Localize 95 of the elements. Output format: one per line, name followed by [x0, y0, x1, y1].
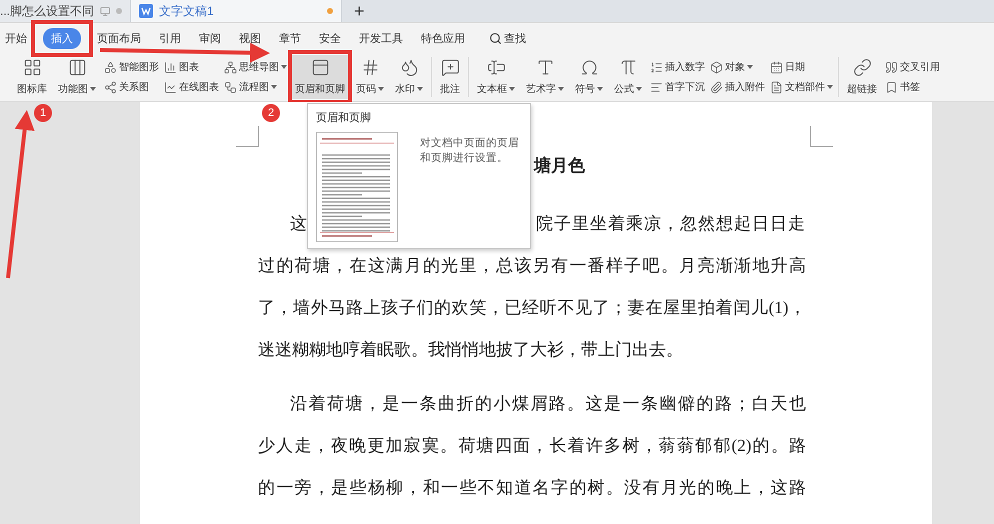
ribbon-icon: [104, 60, 117, 74]
ribbon-icon: [885, 80, 898, 94]
body-text: 了，墙外马路上孩子们的欢笑，已经听不见了；妻在屋里拍着闰儿(1)，: [258, 297, 806, 319]
ribbon-button[interactable]: 符号: [572, 55, 606, 99]
menu-tab[interactable]: 章节: [271, 28, 309, 48]
ribbon-button[interactable]: 首字下沉: [650, 80, 705, 94]
ribbon-button[interactable]: 插入数字: [650, 60, 705, 74]
ribbon-icon: [22, 58, 42, 77]
body-text: 迷迷糊糊地哼着眠歌。我悄悄地披了大衫，带上门出去。: [258, 339, 684, 361]
body-text: 这: [289, 213, 307, 235]
caret-icon: [90, 87, 96, 91]
ribbon-button[interactable]: 超链接: [844, 55, 880, 99]
caret-icon: [558, 87, 564, 91]
ribbon-icon: [618, 58, 638, 77]
ribbon-icon: [440, 58, 460, 77]
ribbon-button[interactable]: 艺术字: [523, 55, 567, 99]
ribbon-button[interactable]: 批注: [437, 55, 463, 99]
menu-tab[interactable]: 引用: [151, 28, 189, 48]
ribbon-icon: [770, 80, 783, 94]
tooltip-title: 页眉和页脚: [316, 111, 372, 126]
caret-icon: [747, 65, 753, 69]
menu-tab[interactable]: 开发工具: [351, 28, 411, 48]
body-text: 的一旁，是些杨柳，和一些不知道名字的树。没有月光的晚上，这路: [258, 477, 806, 499]
ribbon-button[interactable]: 页码: [353, 55, 387, 99]
caret-icon: [281, 65, 287, 69]
ribbon-button[interactable]: 文本框: [474, 55, 518, 99]
document-tab[interactable]: ...脚怎么设置不同: [0, 0, 131, 22]
page-corner-mark: [236, 126, 259, 147]
ribbon-button[interactable]: 关系图: [104, 80, 159, 94]
search-icon: [489, 32, 502, 44]
ribbon-button[interactable]: 日期: [770, 60, 833, 74]
highlight-frame: [31, 20, 93, 56]
caret-icon: [417, 87, 423, 91]
ribbon-button[interactable]: 图表: [164, 60, 219, 74]
ribbon-icon: [68, 58, 86, 77]
menu-tab[interactable]: 视图: [231, 28, 269, 48]
ribbon-button[interactable]: 页眉和页脚: [292, 55, 348, 99]
ribbon-icon: [885, 60, 898, 74]
ribbon-icon: [104, 80, 117, 94]
ribbon-icon: [224, 80, 237, 94]
menu-tab[interactable]: 页面布局: [89, 28, 149, 48]
menu-tab[interactable]: 插入: [43, 28, 81, 48]
ribbon-icon: [400, 58, 418, 77]
ribbon-button[interactable]: 插入附件: [710, 80, 765, 94]
ribbon-icon: [710, 80, 723, 94]
document-tab[interactable]: 文字文稿1: [131, 0, 342, 22]
ribbon-icon: [164, 60, 177, 74]
ribbon-button[interactable]: 交叉引用: [885, 60, 940, 74]
caret-icon: [827, 85, 833, 89]
step-badge: 1: [34, 104, 52, 122]
ribbon-button[interactable]: 对象: [710, 60, 765, 74]
ribbon-button[interactable]: 水印: [392, 55, 426, 99]
body-text: 沿着荷塘，是一条曲折的小煤屑路。这是一条幽僻的路；白天也: [289, 393, 806, 415]
caret-icon: [271, 85, 277, 89]
menu-tab[interactable]: 审阅: [191, 28, 229, 48]
document-icon: [139, 4, 153, 18]
body-text: 过的荷塘，在这满月的光里，总该另有一番样子吧。月亮渐渐地升高: [258, 255, 806, 277]
status-dot: [327, 8, 333, 14]
status-dot: [116, 8, 122, 14]
ribbon-icon: [224, 60, 237, 74]
ribbon-button[interactable]: 流程图: [224, 80, 287, 94]
ribbon-button[interactable]: 思维导图: [224, 60, 287, 74]
ribbon-button[interactable]: 功能图: [55, 55, 99, 99]
ribbon-button[interactable]: 文档部件: [770, 80, 833, 94]
ribbon-icon: [486, 58, 506, 77]
ribbon-icon: [536, 58, 554, 77]
ribbon-icon: [710, 60, 723, 74]
monitor-icon: [100, 6, 110, 16]
caret-icon: [509, 87, 515, 91]
ribbon-button[interactable]: 智能图形: [104, 60, 159, 74]
ribbon-button[interactable]: 在线图表: [164, 80, 219, 94]
caret-icon: [597, 87, 603, 91]
tooltip-description: 对文档中页面的页眉和页脚进行设置。: [419, 136, 520, 166]
ribbon-icon: [360, 58, 380, 77]
ribbon-icon: [770, 60, 783, 74]
caret-icon: [378, 87, 384, 91]
ribbon-icon: [580, 58, 598, 77]
ribbon-icon: [310, 58, 330, 77]
ribbon-icon: [650, 80, 663, 94]
document-title: 塘月色: [534, 155, 586, 178]
ribbon-button[interactable]: 图标库: [14, 55, 50, 99]
new-tab-button[interactable]: +: [342, 0, 377, 22]
menu-tab[interactable]: 安全: [311, 28, 349, 48]
search-button[interactable]: 查找: [483, 30, 532, 46]
ribbon-icon: [164, 80, 177, 94]
ribbon-button[interactable]: 公式: [611, 55, 645, 99]
menu-tab[interactable]: 特色应用: [413, 28, 473, 48]
ribbon-icon: [650, 60, 663, 74]
body-text: 少人走，夜晚更加寂寞。荷塘四面，长着许多树，蓊蓊郁郁(2)的。路: [258, 435, 806, 457]
ribbon-button[interactable]: 书签: [885, 80, 940, 94]
menu-tab[interactable]: 开始: [0, 28, 35, 48]
page-corner-mark: [810, 126, 833, 147]
ribbon-icon: [852, 58, 872, 77]
body-text: 院子里坐着乘凉，忽然想起日日走: [536, 213, 806, 235]
caret-icon: [636, 87, 642, 91]
